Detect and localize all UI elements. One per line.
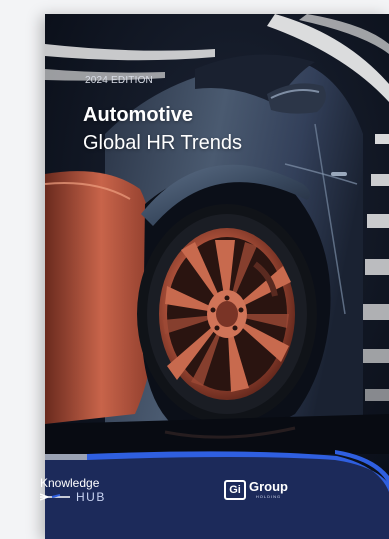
hub-label: HUB [76,490,106,504]
arrow-icon [40,493,70,501]
gi-group-logo: Gi Group HOLDING [224,480,288,500]
cover-title: Automotive [83,104,193,126]
edition-label: 2024 EDITION [85,75,153,86]
gi-wordmark: Group HOLDING [249,480,288,500]
knowledge-hub-label: Knowledge [40,476,100,490]
gi-holding-word: HOLDING [255,494,282,499]
cover-car-illustration [45,14,389,539]
cover-subtitle: Global HR Trends [83,132,242,154]
gi-mark: Gi [224,480,246,500]
knowledge-hub-subline: HUB [40,490,106,504]
report-cover[interactable]: 2024 EDITION Automotive Global HR Trends [45,14,389,539]
gi-group-word: Group [249,479,288,494]
knowledge-hub-logo: Knowledge HUB [40,476,106,504]
